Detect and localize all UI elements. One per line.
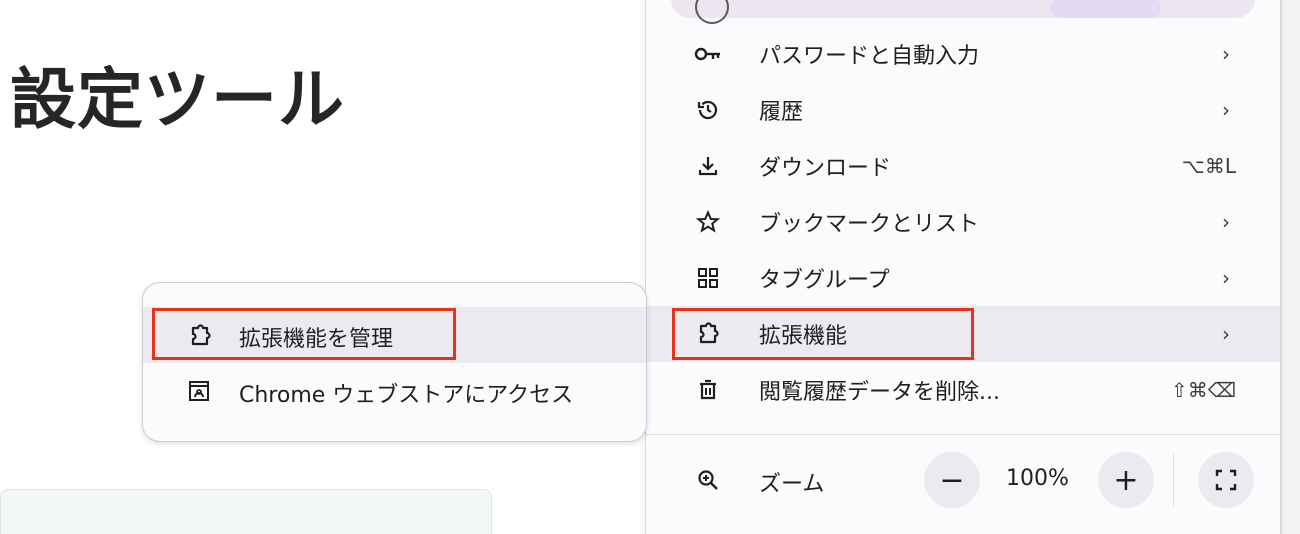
zoom-out-button[interactable]: − bbox=[924, 452, 980, 508]
menu-item-tab-groups[interactable]: タブグループ › bbox=[646, 250, 1280, 306]
zoom-level: 100% bbox=[1006, 466, 1069, 491]
tab-groups-icon bbox=[694, 266, 722, 290]
window-edge bbox=[1281, 0, 1300, 534]
chevron-right-icon: › bbox=[1222, 98, 1230, 122]
submenu-item-web-store[interactable]: Chrome ウェブストアにアクセス bbox=[143, 363, 646, 419]
chrome-main-menu: パスワードと自動入力 › 履歴 › ダウンロード ⌥⌘L ブックマークとリスト … bbox=[645, 0, 1281, 534]
web-store-icon bbox=[187, 379, 213, 403]
download-icon bbox=[694, 154, 722, 178]
page: 設定ツール パスワードと自動入力 › 履歴 › ダウンロード ⌥⌘L ブックマー… bbox=[0, 0, 1300, 534]
avatar bbox=[695, 0, 729, 24]
menu-divider bbox=[646, 434, 1280, 435]
fullscreen-icon bbox=[1215, 469, 1237, 491]
key-icon bbox=[694, 42, 722, 66]
zoom-in-button[interactable]: + bbox=[1098, 452, 1154, 508]
menu-item-downloads[interactable]: ダウンロード ⌥⌘L bbox=[646, 138, 1280, 194]
menu-item-bookmarks[interactable]: ブックマークとリスト › bbox=[646, 194, 1280, 250]
zoom-divider bbox=[1173, 454, 1174, 506]
menu-item-passwords[interactable]: パスワードと自動入力 › bbox=[646, 26, 1280, 82]
shortcut-text: ⇧⌘⌫ bbox=[1170, 378, 1236, 402]
highlight-box-manage-extensions bbox=[152, 308, 456, 360]
menu-item-label: ダウンロード bbox=[759, 156, 892, 181]
shortcut-text: ⌥⌘L bbox=[1181, 154, 1236, 178]
menu-item-label: 閲覧履歴データを削除... bbox=[759, 380, 1000, 405]
trash-icon bbox=[694, 378, 722, 402]
menu-item-label: タブグループ bbox=[759, 268, 890, 293]
menu-item-label: パスワードと自動入力 bbox=[759, 44, 980, 69]
zoom-icon bbox=[696, 468, 720, 496]
zoom-label: ズーム bbox=[759, 472, 825, 497]
chevron-right-icon: › bbox=[1222, 322, 1230, 346]
chevron-right-icon: › bbox=[1222, 210, 1230, 234]
extensions-submenu: 拡張機能を管理 Chrome ウェブストアにアクセス bbox=[142, 282, 647, 442]
profile-badge bbox=[1051, 0, 1161, 18]
menu-item-history[interactable]: 履歴 › bbox=[646, 82, 1280, 138]
menu-item-label: 履歴 bbox=[759, 100, 804, 125]
background-card bbox=[0, 489, 492, 534]
submenu-item-label: Chrome ウェブストアにアクセス bbox=[239, 383, 574, 408]
fullscreen-button[interactable] bbox=[1198, 452, 1254, 508]
history-icon bbox=[694, 98, 722, 122]
highlight-box-extensions bbox=[672, 308, 974, 360]
chevron-right-icon: › bbox=[1222, 266, 1230, 290]
chevron-right-icon: › bbox=[1222, 42, 1230, 66]
menu-item-label: ブックマークとリスト bbox=[759, 212, 980, 237]
star-icon bbox=[694, 210, 722, 234]
menu-item-clear-data[interactable]: 閲覧履歴データを削除... ⇧⌘⌫ bbox=[646, 362, 1280, 418]
page-title: 設定ツール bbox=[10, 61, 345, 138]
zoom-row: ズーム − 100% + bbox=[646, 450, 1280, 510]
profile-button[interactable] bbox=[671, 0, 1255, 24]
